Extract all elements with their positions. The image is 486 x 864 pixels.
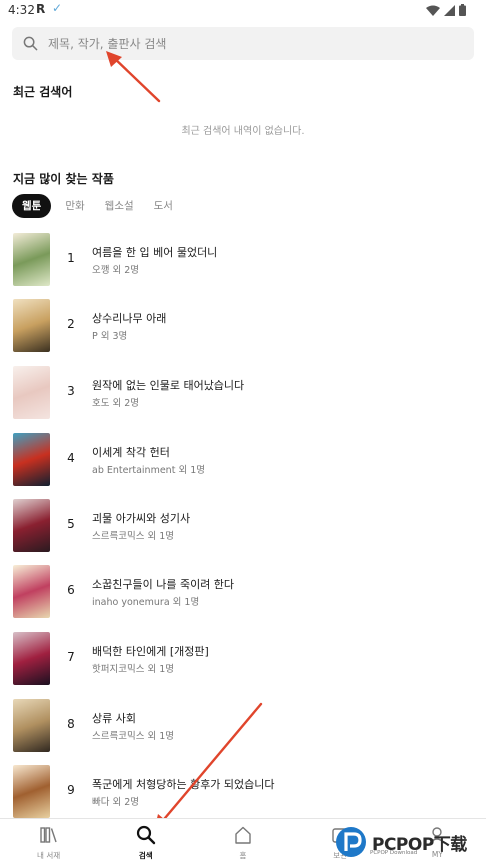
app-r-icon: R (36, 2, 46, 16)
tab-webnovel[interactable]: 웹소설 (99, 194, 140, 218)
cover-image[interactable] (13, 632, 50, 685)
item-title[interactable]: 상수리나무 아래 (92, 310, 166, 326)
item-author: 빠다 외 2명 (92, 797, 140, 808)
item-title[interactable]: 소꿉친구들이 나를 죽이려 한다 (92, 576, 234, 592)
popular-title: 지금 많이 찾는 작품 (13, 172, 114, 186)
item-title[interactable]: 여름을 한 입 베어 물었더니 (92, 244, 217, 260)
home-icon (232, 825, 254, 845)
nav-label: 홈 (239, 851, 247, 860)
search-icon (135, 825, 157, 845)
item-author: P 외 3명 (92, 331, 128, 342)
search-bar[interactable] (12, 27, 474, 60)
list-item[interactable]: 8 상류 사회 스르륵코믹스 외 1명 (0, 695, 486, 755)
watermark: PCPOP下载 PCPOP Download (334, 820, 486, 864)
rank-number: 9 (67, 783, 75, 797)
nav-label: 검색 (138, 851, 153, 860)
rank-number: 2 (67, 317, 75, 331)
item-author: inaho yonemura 외 1명 (92, 597, 200, 608)
search-input[interactable] (48, 36, 448, 51)
status-time: 4:32 (8, 3, 35, 17)
item-title[interactable]: 상류 사회 (92, 710, 136, 726)
check-icon: ✓ (52, 1, 63, 15)
rank-number: 5 (67, 517, 75, 531)
item-author: 스르륵코믹스 외 1명 (92, 531, 175, 542)
item-author: ab Entertainment 외 1명 (92, 465, 205, 476)
list-item[interactable]: 3 원작에 없는 인물로 태어났습니다 호도 외 2명 (0, 362, 486, 422)
cover-image[interactable] (13, 433, 50, 486)
battery-icon (459, 4, 466, 16)
search-icon (21, 35, 39, 53)
rank-number: 4 (67, 451, 75, 465)
cover-image[interactable] (13, 366, 50, 419)
cover-image[interactable] (13, 499, 50, 552)
list-item[interactable]: 2 상수리나무 아래 P 외 3명 (0, 295, 486, 355)
rank-number: 7 (67, 650, 75, 664)
cover-image[interactable] (13, 299, 50, 352)
tab-webtoon[interactable]: 웹툰 (12, 194, 52, 218)
category-tabs: 웹툰 만화 웹소설 도서 (12, 194, 179, 218)
list-item[interactable]: 6 소꿉친구들이 나를 죽이려 한다 inaho yonemura 외 1명 (0, 561, 486, 621)
item-author: 스르륵코믹스 외 1명 (92, 731, 175, 742)
watermark-subtext: PCPOP Download (370, 850, 418, 856)
nav-home[interactable]: 홈 (194, 819, 291, 864)
item-title[interactable]: 괴물 아가씨와 성기사 (92, 510, 190, 526)
wifi-icon (426, 5, 440, 16)
item-title[interactable]: 이세계 착각 헌터 (92, 444, 170, 460)
tab-books[interactable]: 도서 (148, 194, 179, 218)
rank-number: 3 (67, 384, 75, 398)
recent-empty-message: 최근 검색어 내역이 없습니다. (181, 126, 305, 137)
list-item[interactable]: 9 폭군에게 처형당하는 황후가 되었습니다 빠다 외 2명 (0, 761, 486, 821)
signal-icon (444, 4, 455, 16)
list-item[interactable]: 4 이세계 착각 헌터 ab Entertainment 외 1명 (0, 429, 486, 489)
tab-comics[interactable]: 만화 (59, 194, 90, 218)
item-title[interactable]: 원작에 없는 인물로 태어났습니다 (92, 377, 244, 393)
cover-image[interactable] (13, 699, 50, 752)
nav-search[interactable]: 검색 (97, 819, 194, 864)
rank-number: 6 (67, 583, 75, 597)
nav-library[interactable]: 내 서재 (0, 819, 97, 864)
pcpop-logo-icon (336, 827, 366, 857)
recent-searches-title: 최근 검색어 (13, 85, 73, 99)
nav-label: 내 서재 (37, 851, 61, 860)
list-item[interactable]: 7 배덕한 타인에게 [개정판] 핫퍼지코믹스 외 1명 (0, 628, 486, 688)
status-icons (426, 4, 466, 16)
item-title[interactable]: 폭군에게 처형당하는 황후가 되었습니다 (92, 776, 275, 792)
status-bar: 4:32 R ✓ (0, 0, 486, 22)
cover-image[interactable] (13, 233, 50, 286)
rank-number: 1 (67, 251, 75, 265)
list-item[interactable]: 5 괴물 아가씨와 성기사 스르륵코믹스 외 1명 (0, 495, 486, 555)
cover-image[interactable] (13, 765, 50, 818)
item-author: 오깽 외 2명 (92, 265, 140, 276)
item-author: 핫퍼지코믹스 외 1명 (92, 664, 175, 675)
item-author: 호도 외 2명 (92, 398, 140, 409)
rank-number: 8 (67, 717, 75, 731)
list-item[interactable]: 1 여름을 한 입 베어 물었더니 오깽 외 2명 (0, 229, 486, 289)
cover-image[interactable] (13, 565, 50, 618)
item-title[interactable]: 배덕한 타인에게 [개정판] (92, 643, 209, 659)
bookshelf-icon (38, 825, 60, 845)
